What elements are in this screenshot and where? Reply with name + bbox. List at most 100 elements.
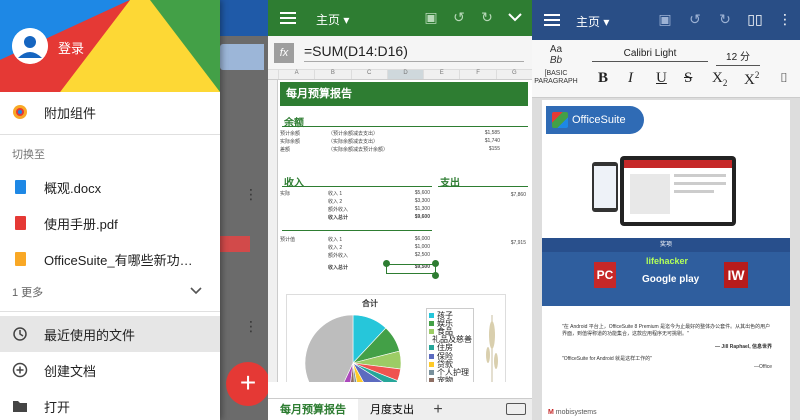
superscript-mark: 2 xyxy=(754,70,760,80)
divider xyxy=(0,134,220,135)
table-row: $7,860 xyxy=(442,192,526,198)
awards-strip: PC lifehacker Google play IW xyxy=(542,252,790,306)
pie-slice[interactable] xyxy=(304,314,354,382)
recent-files-item[interactable]: 最近使用的文件 xyxy=(0,316,220,352)
menu-icon[interactable] xyxy=(544,14,560,26)
logo-text: OfficeSuite xyxy=(572,114,626,126)
sheet-banner: 每月预算报告 xyxy=(280,82,528,106)
recent-file-item[interactable]: OfficeSuite_有哪些新功能.ppt xyxy=(0,241,220,277)
column-header[interactable]: E xyxy=(423,70,459,79)
document-page[interactable]: OfficeSuite 奖项 PC lifehacker Google play… xyxy=(542,100,790,420)
cell: $1,300 xyxy=(414,206,430,212)
read-mode-icon[interactable]: ▯▯ xyxy=(746,10,764,28)
create-document-item[interactable]: 创建文档 xyxy=(0,352,220,388)
underlying-toolbar xyxy=(220,0,268,36)
recent-file-item[interactable]: 使用手册.pdf xyxy=(0,205,220,241)
menu-icon[interactable] xyxy=(280,12,296,24)
tab-monthly-budget[interactable]: 每月预算报告 xyxy=(268,398,358,420)
cell: （实际余额减去支出） xyxy=(328,139,379,145)
drawer-panel: ⋮ ⋮ + 登录 附加组件 切换至 概观.docx 使用手册.pdf Offic… xyxy=(0,0,268,420)
sheet-grid[interactable]: 每月预算报告 余额 预计余额 （预计余额减去支出） $1,585 实际余额 （实际余额… xyxy=(268,80,532,382)
undo-icon[interactable]: ↺ xyxy=(686,10,704,28)
review-quote: "OfficeSuite for Android 就是这样工作的" xyxy=(562,356,652,362)
cell: （预计余额减去支出） xyxy=(328,131,379,137)
redo-icon[interactable]: ↻ xyxy=(716,10,734,28)
subscript-label: X xyxy=(712,70,723,86)
legend-swatch xyxy=(429,353,434,359)
style-preview-bb: Bb xyxy=(549,55,563,66)
sheet-tabs: 每月预算报告 月度支出 + xyxy=(268,398,532,420)
bold-button[interactable]: B xyxy=(598,70,608,87)
home-tab-label: 主页 xyxy=(576,15,601,29)
selection-handle[interactable] xyxy=(383,260,390,267)
subscript-button[interactable]: X2 xyxy=(712,70,727,88)
more-icon[interactable]: ⋮ xyxy=(776,10,794,28)
chevron-down-icon[interactable] xyxy=(506,8,524,26)
strikethrough-button[interactable]: S xyxy=(684,70,692,87)
awards-heading: 奖项 xyxy=(542,238,790,252)
switch-to-heading: 切换至 xyxy=(12,149,45,161)
more-icon[interactable]: ⋮ xyxy=(244,186,258,203)
more-files-toggle[interactable]: 1 更多 xyxy=(0,277,220,307)
more-icon[interactable]: ⋮ xyxy=(244,318,258,335)
column-header[interactable]: F xyxy=(459,70,495,79)
add-sheet-button[interactable]: + xyxy=(426,401,450,419)
home-tab[interactable]: 主页 ▾ xyxy=(576,13,609,30)
save-icon[interactable]: ▣ xyxy=(422,8,440,26)
redo-icon[interactable]: ↻ xyxy=(478,8,496,26)
add-fab-button[interactable]: + xyxy=(226,362,268,406)
italic-button[interactable]: I xyxy=(628,70,633,87)
column-header[interactable]: B xyxy=(314,70,350,79)
avatar[interactable] xyxy=(12,28,48,64)
paragraph-style[interactable]: [BASIC PARAGRAPH xyxy=(534,70,578,86)
style-preview[interactable]: Aa Bb xyxy=(538,44,574,66)
open-item[interactable]: 打开 xyxy=(0,388,220,420)
subscript-mark: 2 xyxy=(722,78,728,88)
mobisystems-logo: M mobisystems xyxy=(548,409,597,416)
login-link[interactable]: 登录 xyxy=(58,38,84,57)
selected-cell[interactable] xyxy=(386,264,436,274)
column-header[interactable]: G xyxy=(495,70,532,79)
cell: 收入 2 xyxy=(328,199,343,205)
undo-icon[interactable]: ↺ xyxy=(450,8,468,26)
addons-label: 附加组件 xyxy=(44,105,97,121)
divider xyxy=(282,186,432,187)
font-name-select[interactable]: Calibri Light xyxy=(592,48,708,62)
table-row: 差额 （实际余额减去预计余额） $155 xyxy=(280,146,500,153)
column-header[interactable]: A xyxy=(278,70,314,79)
pc-award: PC xyxy=(594,262,616,288)
font-size-select[interactable]: 12 分 xyxy=(716,48,760,66)
navigation-drawer: 登录 附加组件 切换至 概观.docx 使用手册.pdf OfficeSuite xyxy=(0,0,220,420)
recent-file-item[interactable]: 概观.docx xyxy=(0,169,220,205)
row-headers xyxy=(268,80,278,382)
chart-title: 合计 xyxy=(362,299,378,308)
formula-input[interactable]: =SUM(D14:D16) xyxy=(304,43,524,62)
save-icon[interactable]: ▣ xyxy=(656,10,674,28)
history-icon xyxy=(12,326,28,342)
superscript-button[interactable]: X2 xyxy=(744,70,759,89)
home-tab[interactable]: 主页 ▾ xyxy=(316,11,349,28)
cell: 预计余额 xyxy=(280,131,301,137)
cell: 收入总计 xyxy=(328,215,349,221)
review-author: —Office xyxy=(754,364,772,370)
selection-handle[interactable] xyxy=(432,260,439,267)
column-header[interactable]: D xyxy=(386,70,424,79)
infoworld-award: IW xyxy=(724,262,748,288)
user-icon xyxy=(12,28,48,64)
underlying-red-block xyxy=(220,236,250,252)
legend-swatch xyxy=(429,312,434,318)
toolbar-icons: ▣ ↺ ↻ ▯▯ ⋮ xyxy=(656,10,794,28)
screenshot-collage: ⋮ ⋮ + 登录 附加组件 切换至 概观.docx 使用手册.pdf Offic… xyxy=(0,0,800,420)
tab-monthly-expense[interactable]: 月度支出 xyxy=(358,399,426,420)
file-name: 使用手册.pdf xyxy=(44,216,118,232)
add-circle-icon xyxy=(12,362,28,378)
drawer-header: 登录 xyxy=(0,0,220,92)
function-icon[interactable]: fx xyxy=(274,42,294,63)
selection-handle[interactable] xyxy=(432,272,439,279)
column-header[interactable]: C xyxy=(350,70,387,79)
underline-button[interactable]: U xyxy=(656,70,667,87)
keyboard-icon[interactable] xyxy=(506,403,526,415)
addons-item[interactable]: 附加组件 xyxy=(0,94,220,130)
spreadsheet-toolbar: 主页 ▾ ▣ ↺ ↻ xyxy=(268,0,532,36)
more-format-icon[interactable]: ⌷ xyxy=(780,70,788,86)
